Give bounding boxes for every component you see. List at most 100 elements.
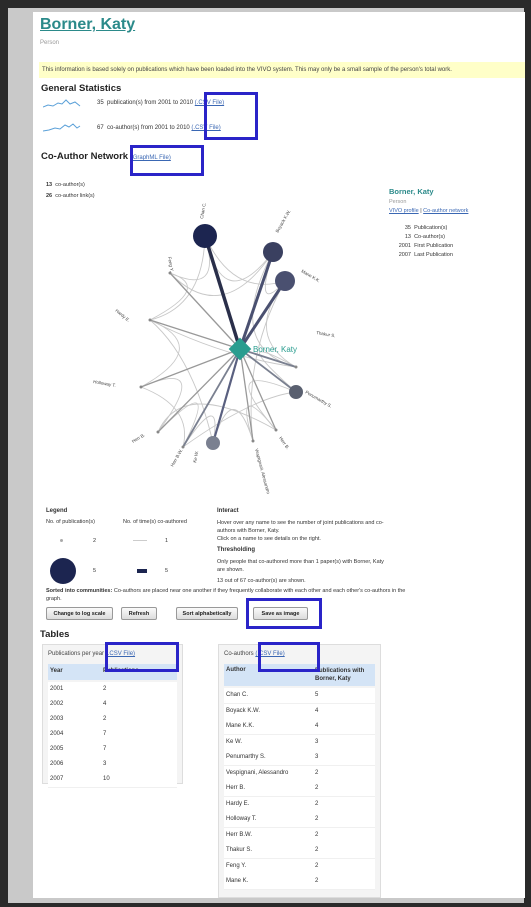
table-cell: 3	[103, 761, 107, 767]
table-row: Ke W. 3	[224, 734, 375, 751]
table-cell: 2	[315, 800, 319, 807]
table-row: 2007 10	[48, 772, 177, 788]
table-row: Vespignani, Alessandro 2	[224, 765, 375, 782]
table-cell: 4	[315, 707, 319, 714]
node-labels-group: Chan C. Boyack K.W. Mane K.K. Thakur S. …	[93, 202, 336, 495]
label-herr-bw[interactable]: Herr B.W.	[170, 448, 184, 467]
sidebar-stat: 2001 First Publication	[398, 243, 454, 249]
change-log-scale-button[interactable]: Change to log scale	[46, 607, 113, 620]
label-boyack[interactable]: Boyack K.W.	[275, 209, 292, 234]
refresh-button[interactable]: Refresh	[121, 607, 157, 620]
label-feng[interactable]: Feng Y.	[167, 256, 175, 272]
table-row: 2002 4	[48, 697, 177, 713]
table-cell: 3	[315, 738, 319, 745]
label-herr-b-right[interactable]: Herr B.	[278, 436, 290, 451]
table-cell: 7	[103, 731, 107, 737]
label-herr[interactable]: Herr B.	[131, 432, 146, 443]
coauthor-network-link[interactable]: Co-author network	[423, 208, 468, 214]
table-cell: Thakur S.	[226, 847, 253, 853]
sidebar-stat: 2007 Last Publication	[398, 252, 453, 258]
label-hardy[interactable]: Hardy E.	[114, 308, 131, 323]
node-penumarthy[interactable]	[289, 385, 303, 399]
threshold-text: Only people that co-authored more than 1…	[217, 559, 384, 573]
tables-heading: Tables	[40, 629, 70, 640]
table-cell: 4	[103, 701, 107, 707]
sidebar-name: Borner, Katy	[389, 187, 434, 196]
notice-banner: This information is based solely on publ…	[39, 62, 525, 78]
highlight-box-pubs-csv	[105, 642, 179, 672]
table-row: Holloway T. 2	[224, 812, 375, 828]
highlight-box-coauthors-csv	[258, 642, 320, 672]
node-hardy[interactable]	[148, 318, 152, 322]
visualization-page: Borner, Katy Person This information is …	[33, 12, 525, 898]
ego-label[interactable]: Borner, Katy	[253, 345, 297, 354]
table-cell: 2006	[50, 761, 64, 767]
table-cell: 2	[315, 785, 319, 791]
table-cell: 2	[315, 831, 319, 838]
table-cell: Penumarthy S.	[226, 754, 266, 760]
label-ke[interactable]: Ke W.	[192, 450, 199, 463]
table-cell: 7	[103, 746, 107, 752]
table-cell: 2003	[50, 716, 64, 722]
table-cell: 2	[315, 878, 319, 884]
interact-text: Hover over any name to see the number of…	[217, 520, 384, 534]
sort-alphabetically-button[interactable]: Sort alphabetically	[176, 607, 238, 620]
node-boyack[interactable]	[263, 242, 283, 262]
table-cell: Holloway T.	[226, 816, 257, 822]
vivo-profile-link[interactable]: VIVO profile	[389, 208, 419, 214]
coauthor-network-graph[interactable]: Borner, Katy Chan C. Boyack K.W. Mane K.…	[73, 197, 373, 497]
table-row: Herr B. 2	[224, 781, 375, 797]
legend-pubs-label: No. of publication(s)	[46, 519, 95, 525]
table-cell: 2	[103, 716, 107, 722]
label-mane[interactable]: Mane K.K.	[301, 269, 322, 284]
table-row: Chan C. 5	[224, 688, 375, 704]
node-thakur[interactable]	[294, 365, 298, 369]
legend-thin-line	[133, 540, 147, 541]
table-cell: Feng Y.	[226, 862, 247, 869]
highlight-box-graphml	[130, 145, 204, 176]
sidebar-links: VIVO profile | Co-author network	[389, 208, 469, 214]
table-cell: 2007	[50, 776, 64, 782]
label-vespignani[interactable]: Vespignani, Alessandro	[254, 448, 271, 495]
node-herr[interactable]	[156, 430, 160, 434]
table-row: Boyack K.W. 4	[224, 703, 375, 720]
table-row: 2004 7	[48, 727, 177, 743]
label-chan[interactable]: Chan C.	[199, 202, 207, 219]
node-mane[interactable]	[275, 271, 295, 291]
table-row: Mane K.K. 4	[224, 719, 375, 735]
table-cell: Vespignani, Alessandro	[226, 769, 289, 776]
table-cell: 2	[315, 862, 319, 869]
node-chan[interactable]	[193, 224, 217, 248]
label-penumarthy[interactable]: Penumarthy S.	[305, 390, 333, 409]
node-ke[interactable]	[206, 436, 220, 450]
legend-coauth-label: No. of time(s) co-authored	[123, 519, 187, 525]
label-holloway[interactable]: Holloway T.	[93, 379, 116, 388]
table-cell: Hardy E.	[226, 800, 250, 807]
node-holloway[interactable]	[139, 385, 143, 389]
node-herr-bw[interactable]	[181, 445, 185, 449]
table-cell: 10	[103, 776, 110, 782]
highlight-box-stats-csv	[204, 92, 258, 140]
table-row: Feng Y. 2	[224, 858, 375, 875]
label-thakur[interactable]: Thakur S.	[316, 330, 336, 338]
table-cell: Herr B.W.	[226, 831, 253, 838]
table-cell: Mane K.	[226, 878, 249, 884]
highlight-box-save-image	[246, 598, 322, 629]
table-cell: 2	[315, 847, 319, 853]
table-row: 2005 7	[48, 742, 177, 758]
table-cell: Mane K.K.	[226, 723, 255, 729]
table-cell: 2	[315, 769, 319, 776]
table-row: Mane K. 2	[224, 874, 375, 890]
table-cell: 2004	[50, 731, 64, 737]
table-row: 2003 2	[48, 712, 177, 728]
person-name-link[interactable]: Borner, Katy	[40, 16, 135, 34]
communities-text: Sorted into communities: Co-authors are …	[46, 587, 411, 603]
node-herr-b[interactable]	[274, 428, 278, 432]
node-vespignani[interactable]	[251, 439, 255, 443]
legend-thick-line-value: 5	[165, 568, 169, 574]
table-cell: 2002	[50, 701, 64, 707]
sidebar-stat: 13 Co-author(s)	[404, 234, 445, 240]
legend-title: Legend	[46, 508, 68, 514]
table-cell: Herr B.	[226, 785, 246, 791]
table-cell: 2	[315, 816, 319, 822]
